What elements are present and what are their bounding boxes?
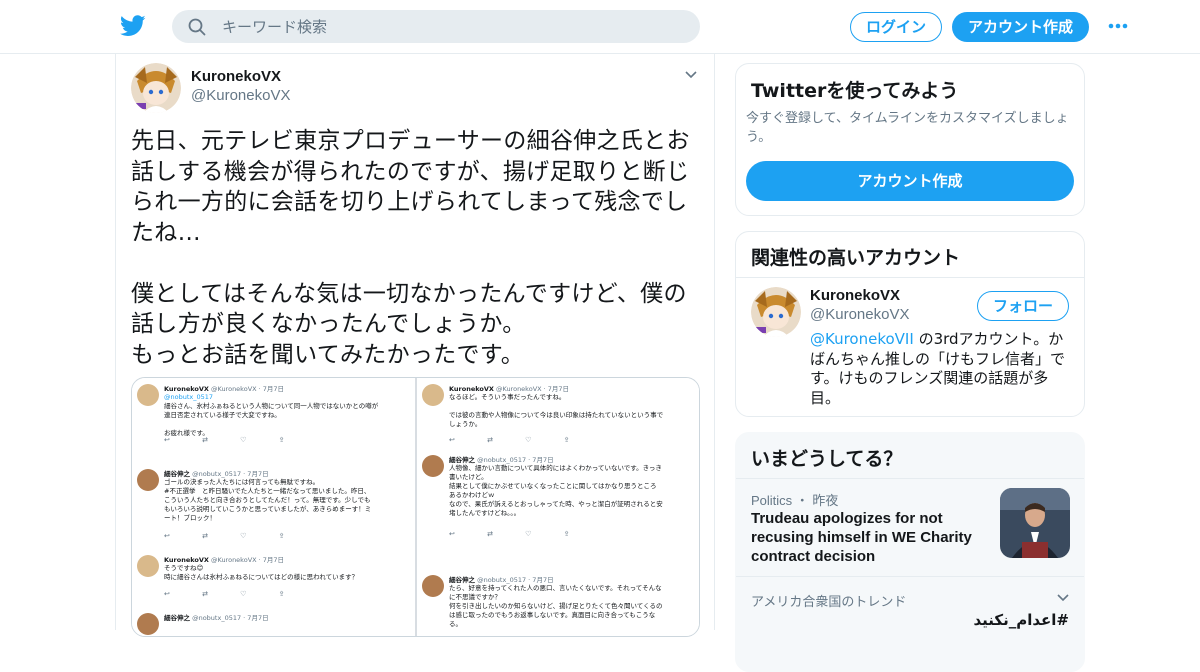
divider [736,277,1084,278]
divider [736,478,1084,479]
follow-button[interactable]: フォロー [977,291,1069,321]
account-bio: @KuronekoVII の3rdアカウント。かばんちゃん推しの「けもフレ信者」… [810,330,1066,407]
tweet-text: 先日、元テレビ東京プロデューサーの細谷伸之氏とお話しする機会が得られたのですが、… [131,128,690,368]
top-bar: ログイン アカウント作成 [0,0,1200,54]
avatar [137,613,159,635]
signup-card-title: Twitterを使ってみよう [751,80,959,102]
search-icon [188,18,206,36]
tweet-media-image[interactable]: KuronekoVX @KuronekoVX · 7月7日 @nobutx_05… [131,377,700,637]
more-options-icon[interactable] [1107,18,1129,34]
embedded-tweet: 細谷伸之 @nobutx_0517 · 7月7日 [132,610,415,636]
avatar [422,575,444,597]
trend-location: アメリカ合衆国のトレンド [751,595,907,610]
news-meta: Politics ・ 昨夜 [751,493,839,508]
tweet-actions: ↩ ⇄ ♡ ⇪ [164,590,285,598]
screenshot-right: KuronekoVX @KuronekoVX · 7月7日 なるほど。そういう事… [417,378,699,636]
account-handle[interactable]: @KuronekoVX [810,306,909,323]
screenshot-left: KuronekoVX @KuronekoVX · 7月7日 @nobutx_05… [132,378,415,636]
search-input[interactable] [222,10,682,43]
signup-card-subtitle: 今すぐ登録して、タイムラインをカスタマイズしましょう。 [746,111,1069,145]
bio-link[interactable]: @KuronekoVII [810,330,914,348]
trend-item[interactable]: #اعدام_نكنيد [973,611,1069,629]
tweet-display-name[interactable]: KuronekoVX [191,68,281,85]
whats-happening-card: いまどうしてる？ Politics ・ 昨夜 Trudeau apologize… [735,432,1085,672]
tweet-actions: ↩ ⇄ ♡ ⇪ [164,532,285,540]
avatar [422,455,444,477]
signup-button[interactable]: アカウント作成 [952,12,1089,42]
tweet-actions: ↩ ⇄ ♡ ⇪ [449,436,570,444]
tweet-actions: ↩ ⇄ ♡ ⇪ [449,530,570,538]
avatar[interactable] [751,287,801,337]
avatar [137,469,159,491]
embedded-tweet: 細谷伸之 @nobutx_0517 · 7月7日 人物像、細かい言動について具体… [417,452,699,542]
chevron-down-icon[interactable] [684,70,698,80]
chevron-down-icon[interactable] [1056,593,1070,603]
tweet-column: KuronekoVX @KuronekoVX 先日、元テレビ東京プロデューサーの… [115,54,715,637]
twitter-logo-icon[interactable] [120,14,146,38]
related-accounts-card: 関連性の高いアカウント KuronekoVX @KuronekoVX フォロー … [735,231,1085,417]
avatar [137,555,159,577]
divider [736,576,1084,577]
avatar [137,384,159,406]
whats-happening-title: いまどうしてる？ [751,448,903,470]
news-thumbnail[interactable] [1000,488,1070,558]
related-accounts-title: 関連性の高いアカウント [751,247,961,269]
embedded-tweet: KuronekoVX @KuronekoVX · 7月7日 @nobutx_05… [132,381,415,451]
signup-card: Twitterを使ってみよう 今すぐ登録して、タイムラインをカスタマイズしましょ… [735,63,1085,216]
create-account-button[interactable]: アカウント作成 [746,161,1074,201]
avatar [422,384,444,406]
tweet-handle[interactable]: @KuronekoVX [191,87,290,104]
account-name[interactable]: KuronekoVX [810,287,900,304]
login-button[interactable]: ログイン [850,12,942,42]
embedded-tweet: KuronekoVX @KuronekoVX · 7月7日 そうですね😊 時に細… [132,552,415,604]
search-box[interactable] [172,10,700,43]
embedded-tweet: 細谷伸之 @nobutx_0517 · 7月7日 ゴールの決まった人たちには何言… [132,466,415,546]
embedded-tweet: 細谷伸之 @nobutx_0517 · 7月7日 たら、好意を持ってくれた人の悪… [417,572,699,636]
embedded-tweet: KuronekoVX @KuronekoVX · 7月7日 なるほど。そういう事… [417,381,699,451]
avatar[interactable] [131,63,181,113]
tweet-actions: ↩ ⇄ ♡ ⇪ [164,436,285,444]
news-headline[interactable]: Trudeau apologizes for not recusing hims… [751,509,996,566]
